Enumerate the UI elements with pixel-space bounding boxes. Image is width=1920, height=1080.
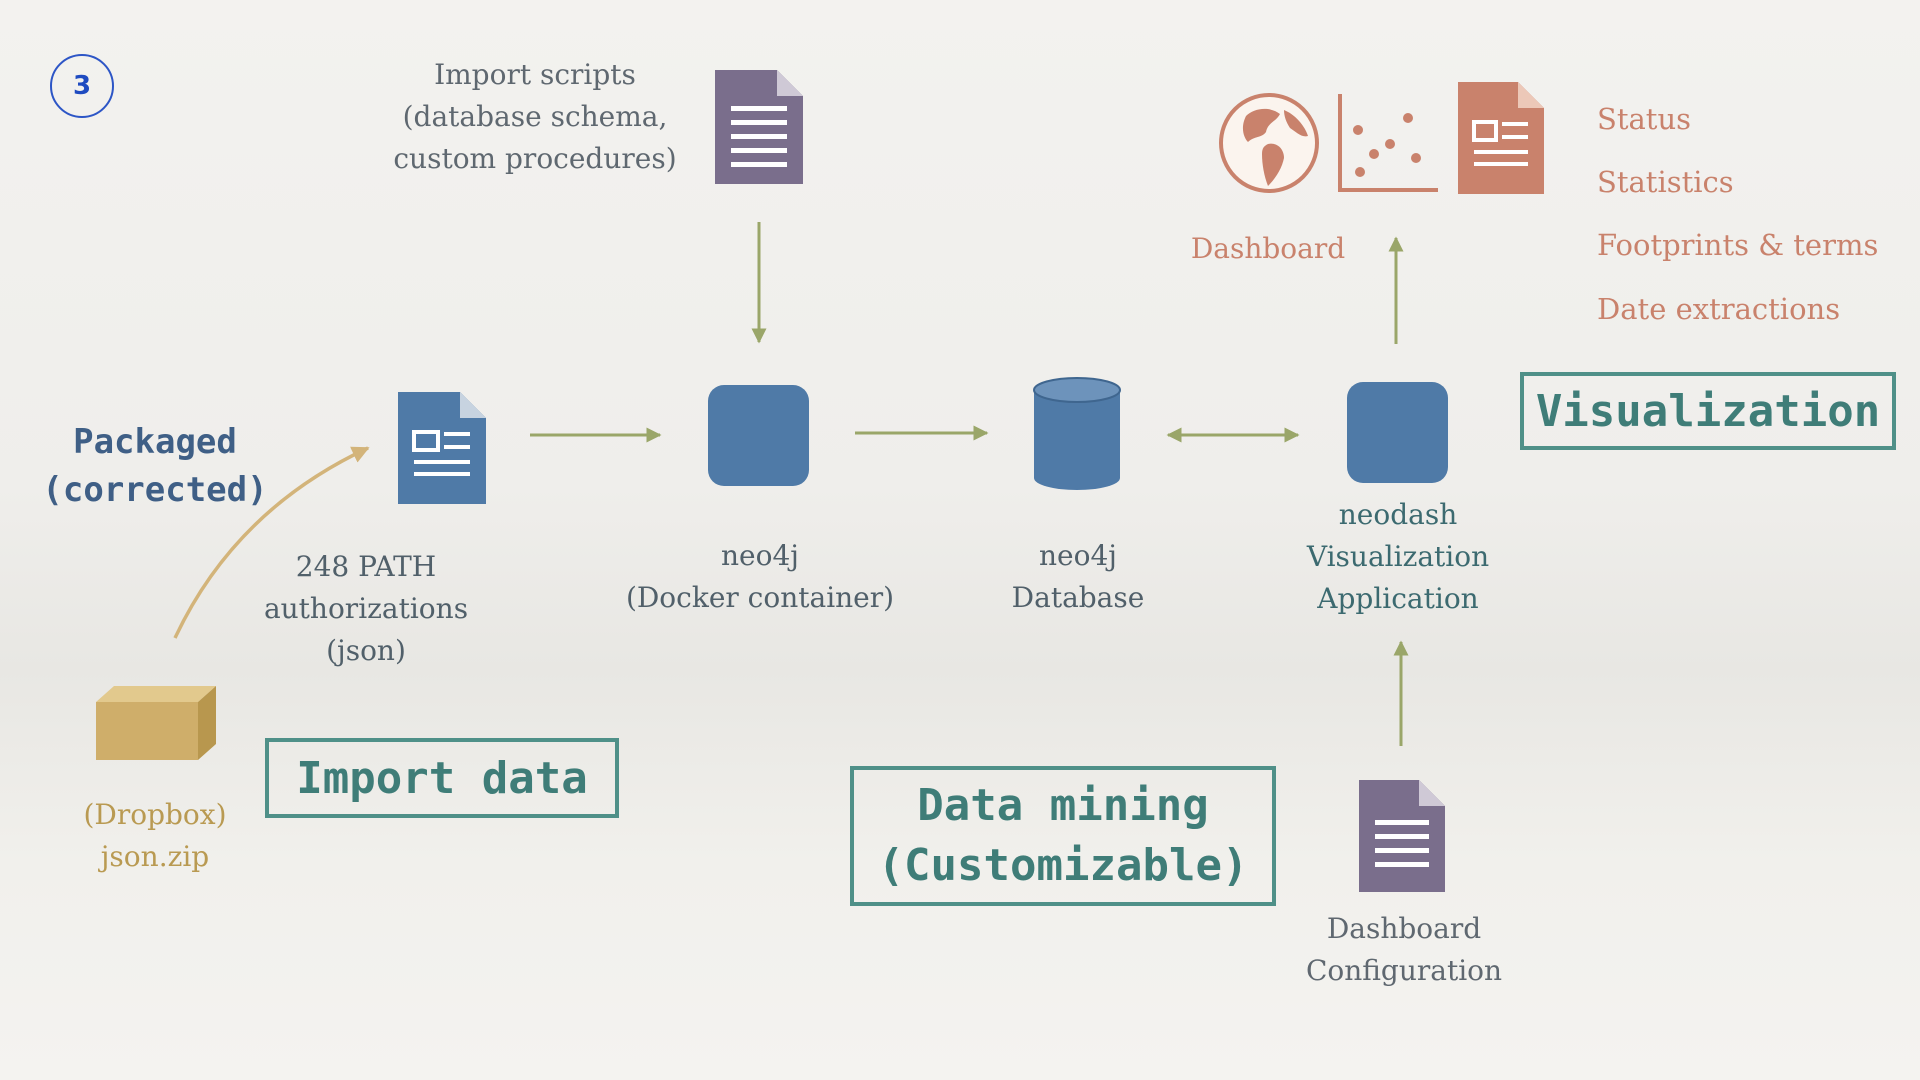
dashboard-item-date-extractions: Date extractions [1597,292,1841,326]
data-mining-box: Data mining (Customizable) [850,766,1276,906]
packaged-label: Packaged (corrected) [42,422,268,510]
dashboard-label: Dashboard [1190,232,1346,265]
package-box-icon [96,686,216,760]
dashboard-item-statistics: Statistics [1597,165,1734,199]
dashboard-item-footprints: Footprints & terms [1597,228,1879,262]
config-document-icon [1359,780,1445,892]
neodash-node [1347,382,1448,483]
docker-container-node [708,385,809,486]
neodash-label: neodash Visualization Application [1306,498,1490,615]
source-label: (Dropbox) json.zip [83,798,227,873]
import-scripts-label: Import scripts (database schema, custom … [393,58,677,175]
dashboard-config-label: Dashboard Configuration [1305,912,1503,987]
json-document-icon [398,392,486,504]
container-label: neo4j (Docker container) [625,539,895,614]
flow-arrows [173,222,1409,746]
globe-icon [1219,93,1319,193]
database-cylinder-icon [1033,377,1121,490]
database-label: neo4j Database [1011,539,1145,614]
scatter-plot-icon [1338,94,1438,192]
document-icon [715,70,803,184]
visualization-box: Visualization [1520,372,1896,450]
dashboard-item-status: Status [1597,102,1692,136]
import-data-box: Import data [265,738,619,818]
authorizations-label: 248 PATH authorizations (json) [263,550,469,667]
report-icon [1458,82,1544,194]
